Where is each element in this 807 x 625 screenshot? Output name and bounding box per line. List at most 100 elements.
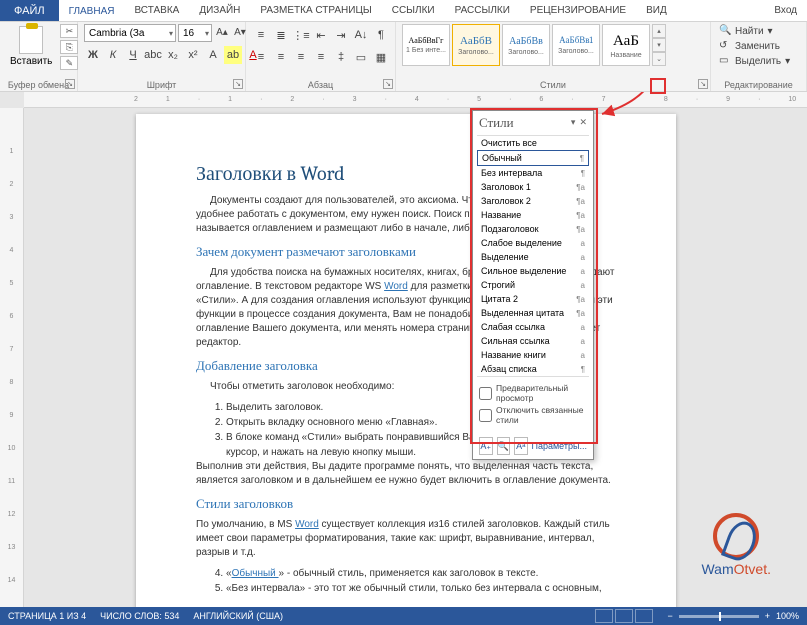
- doc-link[interactable]: Word: [295, 519, 319, 530]
- manage-styles-button[interactable]: Aᵃ: [514, 437, 528, 455]
- style-item[interactable]: АаБбВЗаголово...: [452, 24, 500, 66]
- tab-home[interactable]: ГЛАВНАЯ: [59, 0, 125, 21]
- font-size-combo[interactable]: 16: [178, 24, 212, 42]
- style-gallery: АаБбВвГг1 Без инте... АаБбВЗаголово... А…: [402, 24, 666, 66]
- align-center-button[interactable]: ≡: [272, 48, 290, 66]
- status-word-count[interactable]: ЧИСЛО СЛОВ: 534: [100, 611, 179, 621]
- style-inspector-button[interactable]: 🔍: [497, 437, 511, 455]
- strike-button[interactable]: abc: [144, 46, 162, 64]
- disable-linked-checkbox[interactable]: Отключить связанные стили: [479, 405, 587, 425]
- show-marks-button[interactable]: ¶: [372, 26, 390, 44]
- style-item[interactable]: АаБбВв1Заголово...: [552, 24, 600, 66]
- doc-link[interactable]: Word: [384, 281, 408, 292]
- bold-button[interactable]: Ж: [84, 46, 102, 64]
- find-button[interactable]: 🔍Найти ▾: [717, 24, 792, 38]
- doc-link[interactable]: Обычный: [232, 568, 279, 579]
- tab-mailings[interactable]: РАССЫЛКИ: [445, 0, 520, 21]
- numbering-button[interactable]: ≣: [272, 26, 290, 44]
- style-item[interactable]: АаБбВвЗаголово...: [502, 24, 550, 66]
- style-row[interactable]: Заголовок 1¶a: [477, 180, 589, 194]
- font-name-combo[interactable]: Cambria (За: [84, 24, 176, 42]
- style-row[interactable]: Подзаголовок¶a: [477, 222, 589, 236]
- preview-checkbox[interactable]: Предварительный просмотр: [479, 383, 587, 403]
- doc-paragraph: Выполнив эти действия, Вы дадите програм…: [196, 460, 616, 488]
- tab-insert[interactable]: ВСТАВКА: [124, 0, 189, 21]
- new-style-button[interactable]: A₊: [479, 437, 493, 455]
- style-row[interactable]: Название книгиa: [477, 348, 589, 362]
- sign-in-link[interactable]: Вход: [764, 0, 807, 21]
- align-right-button[interactable]: ≡: [292, 48, 310, 66]
- vertical-ruler[interactable]: 12345678910111213141516: [0, 108, 24, 607]
- style-row[interactable]: Сильное выделениеa: [477, 264, 589, 278]
- zoom-slider[interactable]: [679, 615, 759, 618]
- highlight-button[interactable]: ab: [224, 46, 242, 64]
- justify-button[interactable]: ≡: [312, 48, 330, 66]
- tab-review[interactable]: РЕЦЕНЗИРОВАНИЕ: [520, 0, 636, 21]
- decrease-indent-button[interactable]: ⇤: [312, 26, 330, 44]
- select-button[interactable]: ▭Выделить ▾: [717, 54, 792, 68]
- style-row[interactable]: Слабая ссылкаa: [477, 320, 589, 334]
- pane-params-link[interactable]: Параметры...: [532, 441, 587, 451]
- gallery-scroll[interactable]: ▴▾⌄: [652, 24, 666, 66]
- style-item[interactable]: АаБНазвание: [602, 24, 650, 66]
- status-page[interactable]: СТРАНИЦА 1 ИЗ 4: [8, 611, 86, 621]
- pane-close-icon[interactable]: ✕: [579, 118, 587, 128]
- text-effects-button[interactable]: A: [204, 46, 222, 64]
- style-row[interactable]: Выделенная цитата¶a: [477, 306, 589, 320]
- group-label: Редактирование: [717, 79, 800, 90]
- style-row[interactable]: Очистить все: [477, 136, 589, 150]
- zoom-control[interactable]: − + 100%: [667, 611, 799, 621]
- styles-launcher[interactable]: ↘: [698, 79, 708, 89]
- cut-button[interactable]: ✂: [60, 24, 78, 38]
- clipboard-launcher[interactable]: ↘: [65, 79, 75, 89]
- style-row[interactable]: Заголовок 2¶a: [477, 194, 589, 208]
- style-item[interactable]: АаБбВвГг1 Без инте...: [402, 24, 450, 66]
- doc-paragraph: По умолчанию, в MS Word существует колле…: [196, 518, 616, 560]
- ribbon: Вставить ✂ ⎘ ✎ Буфер обмена ↘ Cambria (З…: [0, 22, 807, 92]
- style-row[interactable]: Абзац списка¶: [477, 362, 589, 376]
- tab-view[interactable]: ВИД: [636, 0, 677, 21]
- superscript-button[interactable]: x²: [184, 46, 202, 64]
- italic-button[interactable]: К: [104, 46, 122, 64]
- document-page[interactable]: Заголовки в Word Документы создают для п…: [136, 114, 676, 607]
- font-launcher[interactable]: ↘: [233, 79, 243, 89]
- bullets-button[interactable]: ≡: [252, 26, 270, 44]
- subscript-button[interactable]: x₂: [164, 46, 182, 64]
- borders-button[interactable]: ▦: [372, 48, 390, 66]
- read-mode-button[interactable]: [595, 609, 613, 623]
- paste-button[interactable]: Вставить: [6, 24, 56, 69]
- style-row[interactable]: Слабое выделениеa: [477, 236, 589, 250]
- underline-button[interactable]: Ч: [124, 46, 142, 64]
- horizontal-ruler[interactable]: 21·1·2·3·4·5·6·7·8·9·10·11·12·13·14·15·1…: [24, 92, 807, 108]
- zoom-in-button[interactable]: +: [765, 611, 770, 621]
- align-left-button[interactable]: ≡: [252, 48, 270, 66]
- multilevel-button[interactable]: ⋮≡: [292, 26, 310, 44]
- pane-dropdown-icon[interactable]: ▾: [571, 118, 576, 128]
- style-row[interactable]: Цитата 2¶a: [477, 292, 589, 306]
- web-layout-button[interactable]: [635, 609, 653, 623]
- style-row[interactable]: Выделениеa: [477, 250, 589, 264]
- status-language[interactable]: АНГЛИЙСКИЙ (США): [193, 611, 283, 621]
- print-layout-button[interactable]: [615, 609, 633, 623]
- style-row[interactable]: Обычный¶: [477, 150, 589, 166]
- increase-indent-button[interactable]: ⇥: [332, 26, 350, 44]
- zoom-out-button[interactable]: −: [667, 611, 672, 621]
- paragraph-launcher[interactable]: ↘: [383, 79, 393, 89]
- tab-references[interactable]: ССЫЛКИ: [382, 0, 445, 21]
- style-row[interactable]: Сильная ссылкаa: [477, 334, 589, 348]
- sort-button[interactable]: A↓: [352, 26, 370, 44]
- style-row[interactable]: Без интервала¶: [477, 166, 589, 180]
- format-painter-button[interactable]: ✎: [60, 56, 78, 70]
- style-row[interactable]: Название¶a: [477, 208, 589, 222]
- tab-design[interactable]: ДИЗАЙН: [189, 0, 250, 21]
- zoom-value[interactable]: 100%: [776, 611, 799, 621]
- shading-button[interactable]: ▭: [352, 48, 370, 66]
- file-tab[interactable]: ФАЙЛ: [0, 0, 59, 21]
- copy-button[interactable]: ⎘: [60, 40, 78, 54]
- tab-layout[interactable]: РАЗМЕТКА СТРАНИЦЫ: [250, 0, 381, 21]
- list-item: «Без интервала» - это тот же обычный сти…: [226, 581, 616, 596]
- grow-font-button[interactable]: A▴: [214, 24, 230, 40]
- line-spacing-button[interactable]: ‡: [332, 48, 350, 66]
- replace-button[interactable]: ↺Заменить: [717, 39, 792, 53]
- style-row[interactable]: Строгийa: [477, 278, 589, 292]
